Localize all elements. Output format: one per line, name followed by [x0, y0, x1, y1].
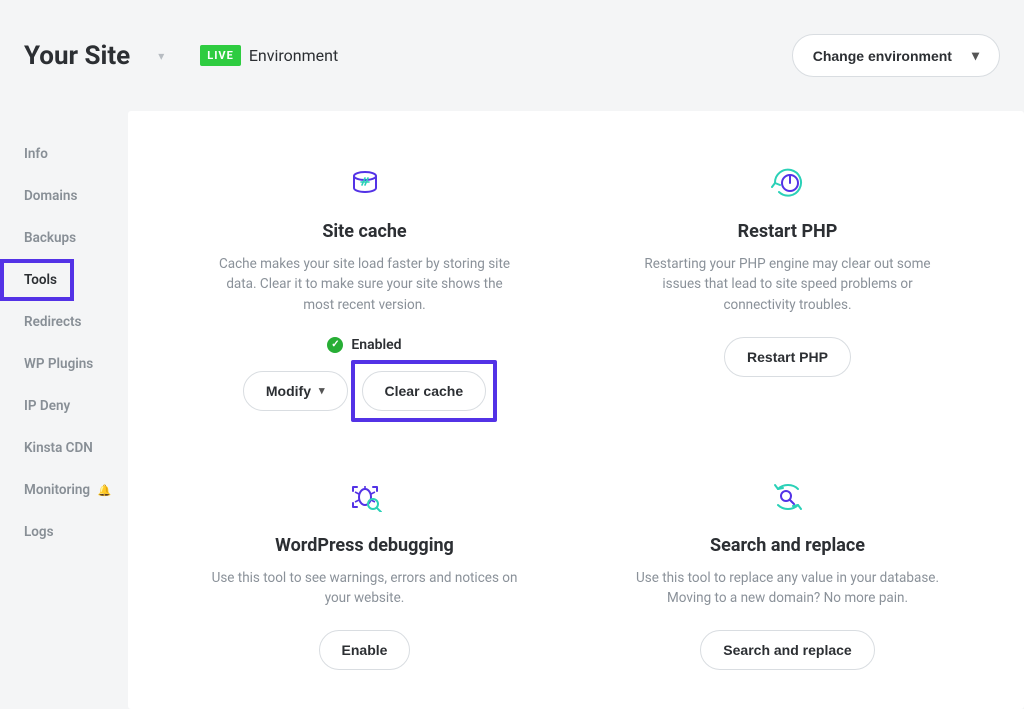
button-label: Modify: [266, 383, 311, 399]
sidebar: Info Domains Backups Tools Redirects WP …: [0, 111, 128, 709]
button-label: Restart PHP: [747, 349, 828, 365]
button-label: Clear cache: [385, 383, 464, 399]
search-replace-icon: [591, 479, 984, 515]
sidebar-item-monitoring[interactable]: Monitoring 🔔: [0, 469, 128, 511]
cache-status-label: Enabled: [351, 337, 401, 353]
card-title: WordPress debugging: [168, 535, 561, 556]
sidebar-item-ip-deny[interactable]: IP Deny: [0, 385, 128, 427]
sidebar-item-logs[interactable]: Logs: [0, 511, 128, 553]
chevron-down-icon: ▾: [319, 384, 325, 397]
main-panel: Site cache Cache makes your site load fa…: [128, 111, 1024, 709]
environment-label: Environment: [249, 46, 338, 65]
check-icon: ✓: [327, 337, 343, 353]
debug-icon: [168, 479, 561, 515]
sidebar-item-wp-plugins[interactable]: WP Plugins: [0, 343, 128, 385]
chevron-down-icon: ▾: [972, 47, 979, 64]
sidebar-item-backups[interactable]: Backups: [0, 217, 128, 259]
site-switcher-chevron-icon[interactable]: ▾: [158, 49, 164, 63]
search-replace-button[interactable]: Search and replace: [700, 630, 874, 670]
card-title: Site cache: [168, 221, 561, 242]
clear-cache-button[interactable]: Clear cache: [362, 371, 487, 411]
modify-cache-button[interactable]: Modify ▾: [243, 371, 348, 411]
sidebar-item-info[interactable]: Info: [0, 133, 128, 175]
live-badge: LIVE: [200, 45, 241, 66]
card-description: Use this tool to replace any value in yo…: [633, 568, 943, 609]
restart-php-button[interactable]: Restart PHP: [724, 337, 851, 377]
card-title: Search and replace: [591, 535, 984, 556]
sidebar-item-label: Monitoring: [24, 482, 90, 498]
change-environment-button[interactable]: Change environment ▾: [792, 34, 1000, 77]
card-description: Use this tool to see warnings, errors an…: [210, 568, 520, 609]
cache-status: ✓ Enabled: [168, 337, 561, 353]
button-label: Enable: [342, 642, 388, 658]
bell-icon: 🔔: [97, 484, 111, 497]
sidebar-item-kinsta-cdn[interactable]: Kinsta CDN: [0, 427, 128, 469]
site-title: Your Site: [24, 41, 130, 71]
header: Your Site ▾ LIVE Environment Change envi…: [0, 0, 1024, 111]
restart-icon: [591, 165, 984, 201]
sidebar-item-tools[interactable]: Tools: [0, 259, 74, 301]
card-restart-php: Restart PHP Restarting your PHP engine m…: [591, 165, 984, 411]
enable-debug-button[interactable]: Enable: [319, 630, 411, 670]
card-description: Cache makes your site load faster by sto…: [210, 254, 520, 315]
card-wp-debug: WordPress debugging Use this tool to see…: [168, 479, 561, 671]
change-environment-label: Change environment: [813, 48, 952, 64]
card-description: Restarting your PHP engine may clear out…: [633, 254, 943, 315]
sidebar-item-domains[interactable]: Domains: [0, 175, 128, 217]
sidebar-item-redirects[interactable]: Redirects: [0, 301, 128, 343]
card-title: Restart PHP: [591, 221, 984, 242]
card-site-cache: Site cache Cache makes your site load fa…: [168, 165, 561, 411]
cache-icon: [168, 165, 561, 201]
button-label: Search and replace: [723, 642, 851, 658]
card-search-replace: Search and replace Use this tool to repl…: [591, 479, 984, 671]
